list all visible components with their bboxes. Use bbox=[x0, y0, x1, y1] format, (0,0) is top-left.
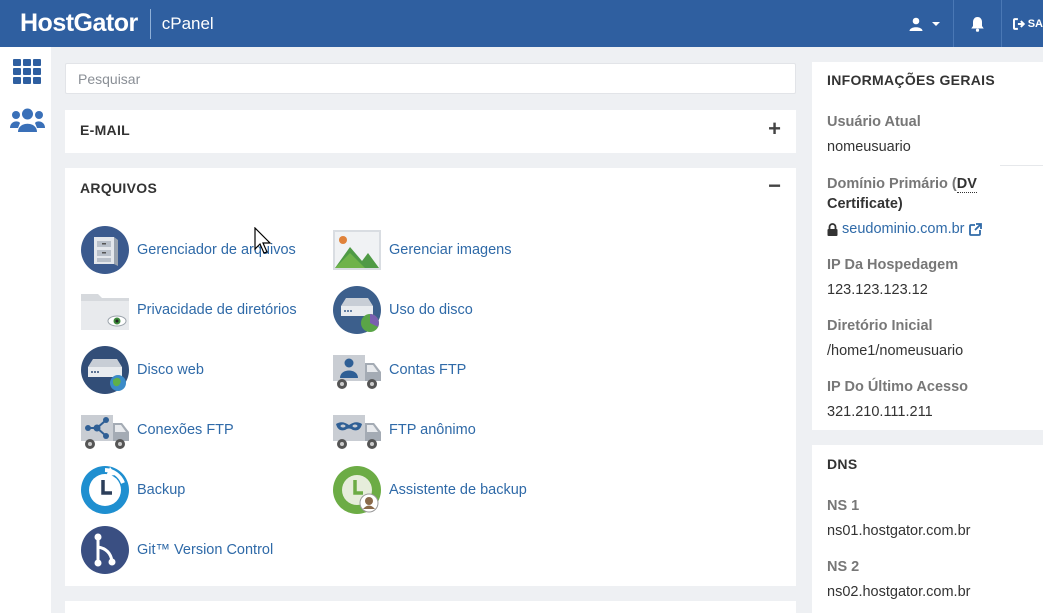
home-dir-label: Diretório Inicial bbox=[827, 318, 933, 334]
logout-label: SA bbox=[1027, 17, 1043, 30]
general-info-title: INFORMAÇÕES GERAIS bbox=[827, 72, 995, 88]
tool-ftp-accounts[interactable]: Contas FTP bbox=[332, 345, 466, 395]
last-ip-label: IP Do Último Acesso bbox=[827, 379, 969, 395]
ns1-label: NS 1 bbox=[827, 498, 860, 514]
ns2-label: NS 2 bbox=[827, 559, 860, 575]
primary-domain-label-cont: Certificate) bbox=[827, 196, 903, 212]
anonymous-ftp-icon bbox=[333, 415, 381, 449]
general-info-panel: INFORMAÇÕES GERAIS Usuário Atual nomeusu… bbox=[812, 62, 1043, 430]
logo-divider bbox=[149, 8, 151, 39]
tool-label: FTP anônimo bbox=[389, 422, 476, 438]
tool-label: Assistente de backup bbox=[389, 482, 527, 498]
tool-anonymous-ftp[interactable]: FTP anônimo bbox=[332, 405, 476, 455]
logout-icon bbox=[1013, 17, 1026, 30]
email-panel-title[interactable]: E-MAIL bbox=[80, 122, 130, 138]
tool-label: Disco web bbox=[137, 362, 204, 378]
image-manager-icon bbox=[333, 230, 381, 270]
section-divider bbox=[1000, 165, 1043, 166]
primary-domain-label: Domínio Primário (DV bbox=[827, 176, 977, 193]
email-panel: E-MAIL + bbox=[65, 110, 796, 153]
top-bar: HostGator cPanel SA bbox=[0, 0, 1043, 47]
ftp-accounts-icon bbox=[333, 355, 381, 389]
tool-label: Contas FTP bbox=[389, 362, 467, 378]
file-manager-icon bbox=[81, 226, 129, 274]
dv-abbr: DV bbox=[956, 176, 977, 193]
current-user-label: Usuário Atual bbox=[827, 114, 921, 130]
web-disk-icon bbox=[81, 346, 129, 394]
left-rail bbox=[0, 47, 51, 613]
files-panel: ARQUIVOS − Gerenciador de arquivos Geren… bbox=[65, 168, 796, 586]
backup-wizard-icon bbox=[333, 466, 381, 514]
tool-label: Uso do disco bbox=[389, 302, 473, 318]
last-ip-value: 321.210.111.211 bbox=[827, 404, 933, 420]
hosting-ip-value: 123.123.123.12 bbox=[827, 282, 928, 298]
caret-down-icon bbox=[932, 21, 940, 26]
tool-disk-usage[interactable]: Uso do disco bbox=[332, 285, 473, 335]
notifications-button[interactable] bbox=[953, 0, 1001, 47]
git-icon bbox=[81, 526, 129, 574]
tool-label: Conexões FTP bbox=[137, 422, 234, 438]
tool-git-version-control[interactable]: Git™ Version Control bbox=[80, 525, 273, 575]
hosting-ip-label: IP Da Hospedagem bbox=[827, 257, 959, 273]
external-link-icon bbox=[968, 222, 982, 236]
users-icon[interactable] bbox=[10, 107, 45, 133]
top-right-actions: SA bbox=[897, 0, 1043, 47]
ns1-value: ns01.hostgator.com.br bbox=[827, 523, 971, 539]
dns-panel: DNS NS 1 ns01.hostgator.com.br NS 2 ns02… bbox=[812, 445, 1043, 613]
product-name: cPanel bbox=[161, 13, 214, 33]
tool-directory-privacy[interactable]: Privacidade de diretórios bbox=[80, 285, 297, 335]
next-panel bbox=[65, 601, 796, 613]
home-dir-value: /home1/nomeusuario bbox=[827, 343, 964, 359]
mouse-cursor-icon bbox=[254, 227, 272, 254]
grid-icon[interactable] bbox=[13, 59, 41, 84]
lock-icon bbox=[827, 222, 838, 236]
tool-backup[interactable]: Backup bbox=[80, 465, 185, 515]
ns2-value: ns02.hostgator.com.br bbox=[827, 584, 971, 600]
disk-usage-icon bbox=[333, 286, 381, 334]
user-icon bbox=[909, 17, 923, 31]
files-panel-title[interactable]: ARQUIVOS bbox=[80, 180, 157, 196]
ftp-connections-icon bbox=[81, 415, 129, 449]
directory-privacy-icon bbox=[81, 294, 129, 330]
tool-image-manager[interactable]: Gerenciar imagens bbox=[332, 225, 512, 275]
tool-ftp-connections[interactable]: Conexões FTP bbox=[80, 405, 234, 455]
expand-toggle[interactable]: + bbox=[768, 116, 781, 142]
current-user-value: nomeusuario bbox=[827, 139, 911, 155]
primary-domain-link[interactable]: seudominio.com.br bbox=[827, 221, 982, 237]
logout-button[interactable]: SA bbox=[1001, 0, 1043, 47]
dns-title: DNS bbox=[827, 456, 858, 472]
tool-backup-wizard[interactable]: Assistente de backup bbox=[332, 465, 527, 515]
tool-label: Privacidade de diretórios bbox=[137, 302, 297, 318]
tool-label: Git™ Version Control bbox=[137, 542, 274, 558]
hostgator-logo[interactable]: HostGator bbox=[20, 9, 138, 38]
bell-icon bbox=[971, 16, 984, 32]
collapse-toggle[interactable]: − bbox=[768, 173, 781, 199]
tool-web-disk[interactable]: Disco web bbox=[80, 345, 204, 395]
tool-label: Gerenciar imagens bbox=[389, 242, 512, 258]
backup-icon bbox=[81, 466, 129, 514]
tool-label: Backup bbox=[137, 482, 186, 498]
user-menu-button[interactable] bbox=[897, 0, 953, 47]
search-input[interactable] bbox=[65, 63, 796, 94]
